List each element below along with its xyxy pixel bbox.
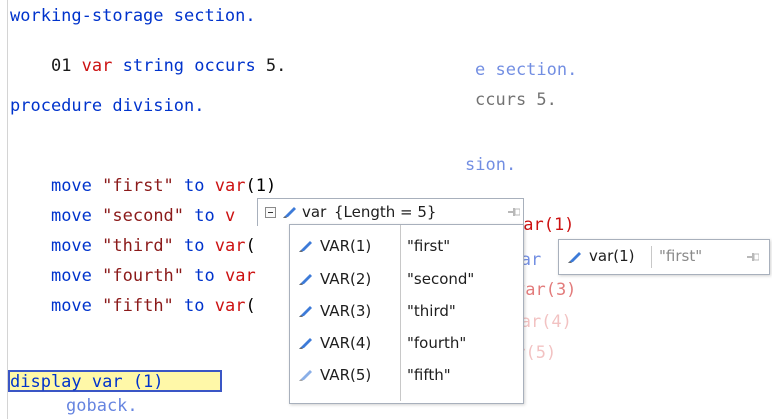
- code-line: goback.: [66, 396, 138, 416]
- code-line: move "first" to var(1): [10, 156, 276, 196]
- pin-icon[interactable]: [747, 253, 759, 261]
- code-token: (: [245, 296, 256, 316]
- code-line: move "fifth" to var(: [10, 276, 256, 316]
- ghost-line: sion.: [465, 155, 517, 175]
- code-editor[interactable]: e section. ccurs 5. sion. var(1) o var v…: [0, 0, 772, 419]
- code-token: "fifth": [102, 296, 174, 316]
- code-token: var: [214, 296, 246, 316]
- code-token: 5.: [265, 56, 287, 76]
- pencil-field-icon: [299, 274, 312, 285]
- ghost-line: var(3): [515, 280, 577, 300]
- pinned-datatip[interactable]: var(1) "first": [558, 239, 770, 275]
- pencil-field-icon: [568, 252, 581, 263]
- code-line: procedure division.: [10, 96, 205, 116]
- datatip-children[interactable]: VAR(1) "first" VAR(2) "second" VAR(3) "t…: [289, 224, 524, 404]
- ghost-line: ccurs 5.: [475, 90, 557, 110]
- column-separator: [651, 246, 652, 268]
- datatip-item-value[interactable]: "fourth": [407, 331, 466, 356]
- pencil-field-icon: [299, 338, 312, 349]
- pencil-field-icon: [283, 207, 296, 218]
- pinned-datatip-name: var(1): [589, 247, 635, 265]
- code-line: 01 var string occurs 5.: [10, 36, 286, 76]
- pencil-field-icon: [299, 306, 312, 317]
- editor-gutter: [7, 0, 8, 419]
- datatip-item-value[interactable]: "second": [407, 267, 474, 292]
- pencil-field-icon: [299, 370, 312, 381]
- pin-icon[interactable]: [508, 208, 520, 216]
- ghost-line: e section.: [475, 60, 578, 80]
- column-separator: [400, 225, 401, 401]
- code-token: move: [50, 296, 103, 316]
- datatip-item-name: VAR(1): [320, 237, 372, 255]
- datatip-item-name: VAR(5): [320, 366, 372, 384]
- datatip-item-name: VAR(3): [320, 302, 372, 320]
- code-token: (1): [245, 176, 277, 196]
- datatip[interactable]: var {Length = 5}: [257, 198, 524, 226]
- datatip-item-name: VAR(2): [320, 270, 372, 288]
- code-token: string occurs: [122, 56, 266, 76]
- code-token: var: [81, 56, 123, 76]
- datatip-header-name: var: [302, 203, 327, 221]
- datatip-item-name: VAR(4): [320, 334, 372, 352]
- code-line: move "fourth" to var: [10, 246, 256, 286]
- code-line-current: display var (1): [10, 372, 164, 392]
- collapse-icon[interactable]: [265, 207, 276, 218]
- datatip-item-value[interactable]: "third": [407, 299, 456, 324]
- code-line: working-storage section.: [10, 6, 256, 26]
- code-line: move "third" to var(: [10, 216, 256, 256]
- code-token: to: [173, 296, 215, 316]
- code-line: move "second" to v: [10, 186, 235, 226]
- datatip-item-value[interactable]: "first": [407, 234, 450, 259]
- code-token: 01: [50, 56, 82, 76]
- datatip-header-value[interactable]: {Length = 5}: [334, 200, 436, 225]
- datatip-item-value[interactable]: "fifth": [407, 363, 451, 388]
- pinned-datatip-value[interactable]: "first": [659, 244, 702, 269]
- pencil-field-icon: [299, 241, 312, 252]
